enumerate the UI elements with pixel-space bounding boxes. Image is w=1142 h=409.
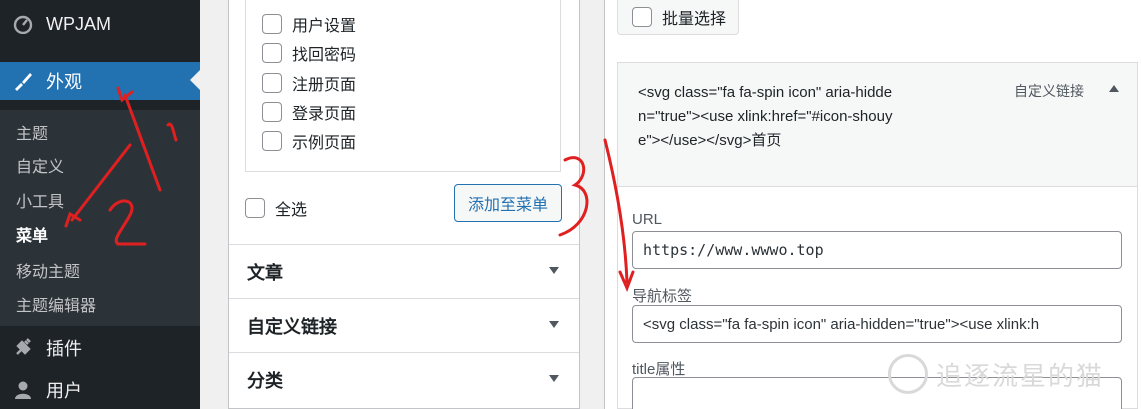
- nav-label-input[interactable]: <svg class="fa fa-spin icon" aria-hidden…: [632, 305, 1122, 343]
- submenu-widgets[interactable]: 小工具: [16, 188, 64, 212]
- sidebar-item-label: 插件: [46, 339, 82, 359]
- checkbox[interactable]: [262, 73, 282, 93]
- page-option[interactable]: 找回密码: [262, 41, 356, 65]
- caret-down-icon: [549, 267, 559, 274]
- sidebar-item-appearance[interactable]: 外观: [0, 62, 200, 100]
- page-option[interactable]: 示例页面: [262, 129, 356, 153]
- sidebar-item-plugins[interactable]: 插件: [0, 330, 200, 366]
- checkbox[interactable]: [632, 7, 652, 27]
- watermark: 追逐流星的猫: [888, 354, 1104, 394]
- plugin-icon: [12, 337, 34, 359]
- add-menu-items-panel: 用户设置 找回密码 注册页面 登录页面 示例页面 全选 添加至菜单 文章 自定义…: [228, 0, 580, 409]
- submenu-themes[interactable]: 主题: [16, 120, 48, 144]
- nav-label-label: 导航标签: [632, 288, 693, 305]
- checkbox[interactable]: [262, 102, 282, 122]
- accordion-custom-links[interactable]: 自定义链接: [229, 298, 579, 352]
- sidebar-item-site[interactable]: WPJAM: [0, 6, 200, 42]
- paintbrush-icon: [12, 70, 34, 92]
- title-attr-label: title属性: [632, 361, 686, 378]
- page-option[interactable]: 注册页面: [262, 71, 356, 95]
- accordion-categories[interactable]: 分类: [229, 352, 579, 406]
- menu-item-header[interactable]: <svg class="fa fa-spin icon" aria-hidden…: [618, 63, 1137, 187]
- bulk-select-button[interactable]: 批量选择: [617, 0, 739, 35]
- caret-up-icon[interactable]: [1109, 85, 1119, 92]
- submenu-mobile-theme[interactable]: 移动主题: [16, 258, 80, 282]
- submenu-theme-editor[interactable]: 主题编辑器: [16, 292, 96, 316]
- dashboard-icon: [12, 13, 34, 35]
- menu-item-type: 自定义链接: [1014, 83, 1084, 99]
- page-option[interactable]: 登录页面: [262, 100, 356, 124]
- sidebar-item-label: 用户: [46, 381, 82, 401]
- sidebar-item-label: 外观: [46, 72, 82, 92]
- cat-logo-icon: [888, 354, 928, 394]
- menu-item-title: <svg class="fa fa-spin icon" aria-hidden…: [638, 84, 893, 149]
- select-all[interactable]: 全选: [245, 196, 307, 220]
- checkbox[interactable]: [262, 43, 282, 63]
- page-option[interactable]: 用户设置: [262, 12, 356, 36]
- checkbox[interactable]: [262, 131, 282, 151]
- pages-list: 用户设置 找回密码 注册页面 登录页面 示例页面: [245, 0, 561, 172]
- url-label: URL: [632, 211, 663, 228]
- accordion-posts[interactable]: 文章: [229, 244, 579, 298]
- admin-sidebar: WPJAM 外观 主题 自定义 小工具 菜单 移动主题 主题编辑器 插件 用户: [0, 0, 200, 409]
- caret-down-icon: [549, 321, 559, 328]
- menu-structure-panel: 批量选择 <svg class="fa fa-spin icon" aria-h…: [604, 0, 1142, 409]
- submenu-menus[interactable]: 菜单: [16, 222, 48, 246]
- sidebar-item-label: WPJAM: [46, 13, 111, 34]
- user-icon: [12, 379, 34, 401]
- url-input[interactable]: https://www.wwwo.top: [632, 231, 1122, 269]
- checkbox[interactable]: [262, 14, 282, 34]
- caret-down-icon: [549, 375, 559, 382]
- submenu-customize[interactable]: 自定义: [16, 153, 64, 177]
- add-to-menu-button[interactable]: 添加至菜单: [454, 184, 562, 222]
- appearance-submenu: 主题 自定义 小工具 菜单 移动主题 主题编辑器: [0, 110, 200, 326]
- select-all-checkbox[interactable]: [245, 198, 265, 218]
- sidebar-item-users[interactable]: 用户: [0, 372, 200, 408]
